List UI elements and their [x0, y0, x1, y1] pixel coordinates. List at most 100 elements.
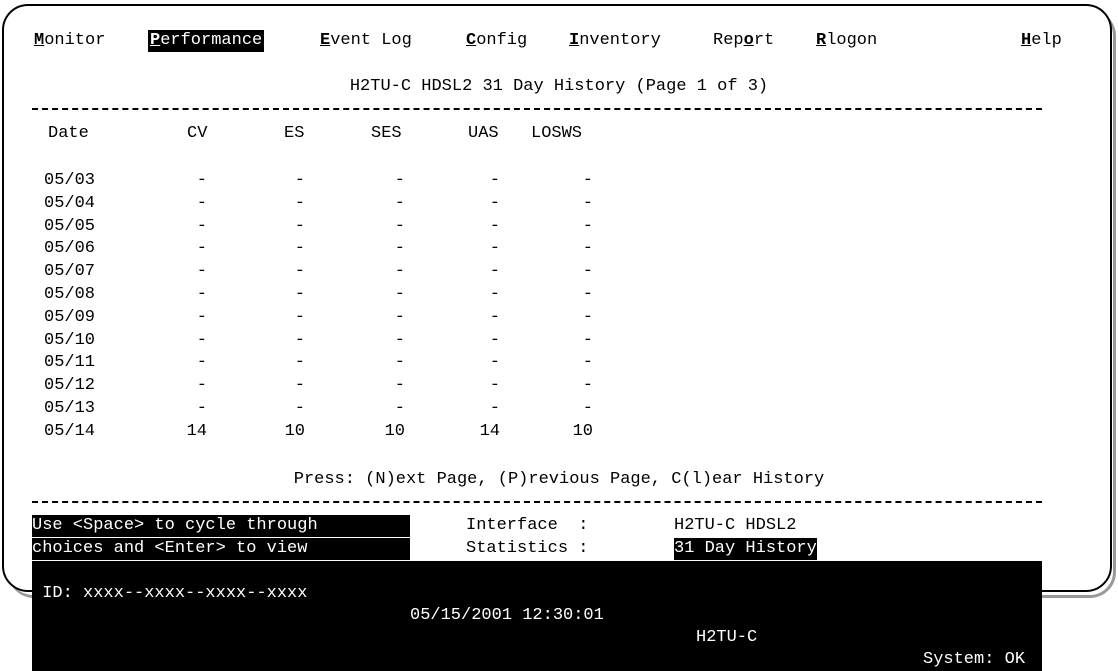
table-cell-es: -: [294, 285, 305, 304]
table-cell-uas: -: [489, 193, 500, 213]
table-cell-date: 05/13: [44, 399, 96, 418]
table-cell-es: -: [294, 262, 305, 282]
interface-value: H2TU-C HDSL2: [674, 516, 797, 535]
key-hint-line: Press: (N)ext Page, (P)revious Page, C(l…: [293, 470, 825, 489]
col-header-es: ES: [284, 124, 305, 143]
table-cell-losws: -: [582, 216, 593, 236]
table-cell-date: 05/10: [44, 330, 96, 350]
table-cell-es: -: [294, 330, 305, 350]
col-header-cv: CV: [187, 124, 208, 143]
table-cell-cv: 14: [186, 421, 207, 441]
table-cell-es: -: [294, 239, 305, 259]
table-cell-uas: -: [489, 330, 500, 350]
table-cell-cv: -: [196, 171, 207, 190]
menu-inventory[interactable]: Inventory: [567, 30, 663, 52]
table-cell-cv: -: [196, 353, 207, 373]
table-cell-ses: -: [394, 262, 405, 282]
table-cell-uas: -: [489, 307, 500, 327]
table-cell-es: 10: [284, 421, 305, 441]
table-cell-date: 05/05: [44, 216, 96, 236]
interface-label: Interface :: [466, 516, 589, 535]
divider-bottom: [32, 501, 1042, 503]
menu-rlogon[interactable]: Rlogon: [814, 30, 879, 52]
table-cell-ses: -: [394, 376, 405, 396]
table-cell-cv: -: [196, 262, 207, 282]
page-title: H2TU-C HDSL2 31 Day History (Page 1 of 3…: [349, 77, 769, 96]
table-cell-cv: -: [196, 285, 207, 304]
table-cell-es: -: [294, 171, 305, 190]
table-cell-ses: -: [394, 285, 405, 304]
table-cell-ses: -: [394, 171, 405, 190]
statistics-selector[interactable]: 31 Day History: [674, 538, 817, 560]
status-bar: ID: xxxx--xxxx--xxxx--xxxx 05/15/2001 12…: [32, 561, 1042, 671]
menu-report[interactable]: Report: [711, 30, 776, 52]
table-cell-ses: -: [394, 239, 405, 259]
table-cell-es: -: [294, 376, 305, 396]
table-cell-cv: -: [196, 239, 207, 259]
table-cell-losws: -: [582, 171, 593, 190]
table-cell-cv: -: [196, 330, 207, 350]
table-cell-ses: 10: [384, 421, 405, 441]
status-datetime: 05/15/2001 12:30:01: [410, 606, 604, 625]
table-cell-date: 05/06: [44, 239, 96, 259]
table-cell-uas: -: [489, 171, 500, 190]
col-header-ses: SES: [371, 124, 402, 143]
table-cell-date: 05/08: [44, 285, 96, 304]
table-cell-uas: -: [489, 399, 500, 418]
table-cell-losws: -: [582, 353, 593, 373]
menu-config[interactable]: Config: [464, 30, 529, 52]
menu-performance[interactable]: Performance: [148, 30, 265, 52]
table-cell-uas: -: [489, 262, 500, 282]
table-cell-losws: -: [582, 330, 593, 350]
table-cell-es: -: [294, 193, 305, 213]
help-hint-line-2: choices and <Enter> to view: [32, 538, 410, 560]
table-cell-uas: -: [489, 353, 500, 373]
table-cell-losws: -: [582, 376, 593, 396]
table-cell-ses: -: [394, 193, 405, 213]
table-cell-es: -: [294, 307, 305, 327]
table-cell-ses: -: [394, 330, 405, 350]
table-cell-date: 05/07: [44, 262, 96, 282]
table-cell-uas: -: [489, 285, 500, 304]
table-cell-date: 05/03: [44, 171, 96, 190]
table-cell-ses: -: [394, 216, 405, 236]
table-cell-losws: -: [582, 239, 593, 259]
table-cell-date: 05/11: [44, 353, 96, 373]
help-hint-line-1: Use <Space> to cycle through: [32, 515, 410, 537]
table-cell-date: 05/12: [44, 376, 96, 396]
table-cell-uas: 14: [479, 421, 500, 441]
menu-monitor[interactable]: Monitor: [32, 30, 107, 52]
statistics-label: Statistics :: [466, 539, 589, 558]
menu-help[interactable]: Help: [1019, 30, 1064, 52]
divider-top: [32, 108, 1042, 110]
table-cell-losws: -: [582, 307, 593, 327]
table-cell-date: 05/04: [44, 193, 96, 213]
table-cell-ses: -: [394, 307, 405, 327]
col-header-losws: LOSWS: [531, 124, 583, 143]
table-cell-cv: -: [196, 216, 207, 236]
table-cell-es: -: [294, 353, 305, 373]
table-cell-cv: -: [196, 193, 207, 213]
table-cell-losws: -: [582, 193, 593, 213]
table-cell-date: 05/09: [44, 307, 96, 327]
status-id: ID: xxxx--xxxx--xxxx--xxxx: [32, 584, 308, 603]
table-cell-losws: -: [582, 285, 593, 304]
status-system: System: OK: [923, 650, 1026, 669]
table-cell-uas: -: [489, 239, 500, 259]
table-cell-uas: -: [489, 376, 500, 396]
table-cell-es: -: [294, 399, 305, 418]
table-cell-losws: -: [582, 262, 593, 282]
table-cell-losws: 10: [572, 421, 593, 441]
table-cell-cv: -: [196, 376, 207, 396]
table-cell-ses: -: [394, 353, 405, 373]
table-cell-es: -: [294, 216, 305, 236]
table-cell-uas: -: [489, 216, 500, 236]
col-header-date: Date: [48, 124, 89, 143]
menu-event-log[interactable]: Event Log: [318, 30, 414, 52]
table-cell-ses: -: [394, 399, 405, 418]
table-cell-cv: -: [196, 399, 207, 418]
col-header-uas: UAS: [468, 124, 499, 143]
table-cell-losws: -: [582, 399, 593, 418]
menu-bar: Monitor Performance Event Log Config Inv…: [32, 30, 1062, 52]
table-cell-date: 05/14: [44, 421, 96, 441]
